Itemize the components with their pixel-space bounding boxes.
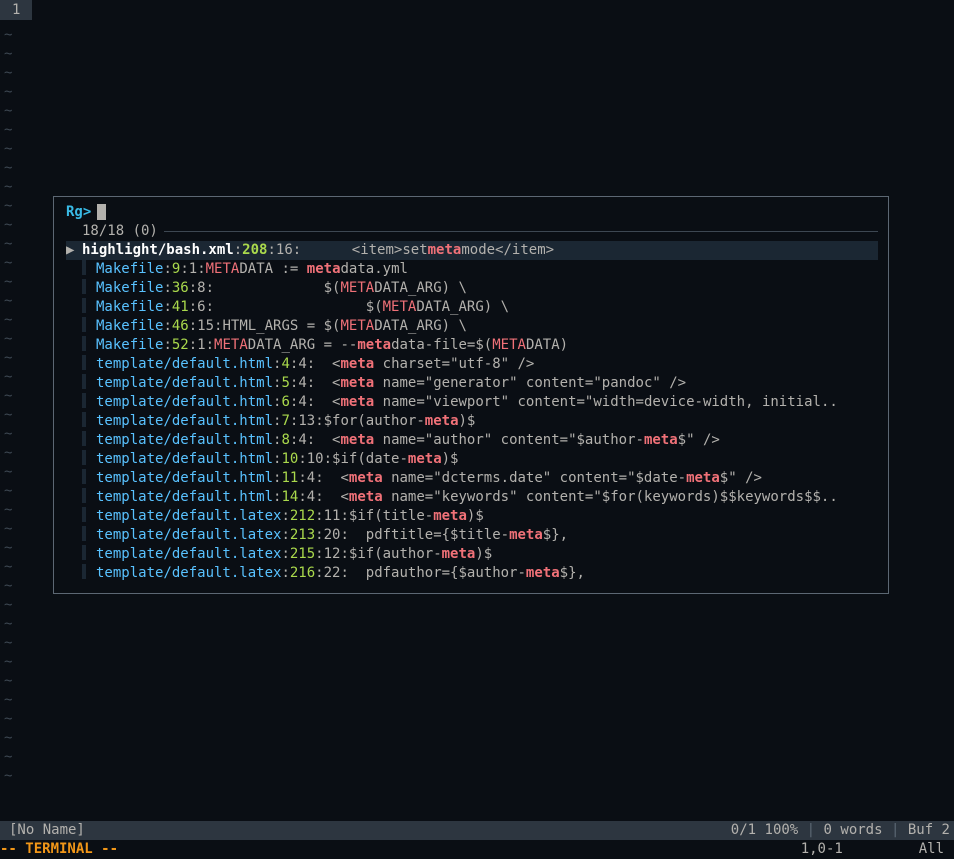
- fzf-result-row[interactable]: Makefile:36:8: $(METADATA_ARG) \: [66, 279, 878, 298]
- fzf-prompt-label: Rg>: [66, 203, 91, 222]
- tab-bar: 1: [0, 0, 954, 20]
- fzf-result-row[interactable]: Makefile:52:1:METADATA_ARG = --metadata-…: [66, 336, 878, 355]
- fzf-result-row[interactable]: template/default.html:8:4: <meta name="a…: [66, 431, 878, 450]
- tilde-column: ~~~~~~~~~~~~~~~~~~~~~~~~~~~~~~~~~~~~~~~~: [4, 26, 12, 786]
- fzf-count-text: 18/18 (0): [82, 222, 158, 241]
- tab-1[interactable]: 1: [0, 0, 32, 20]
- fzf-result-row[interactable]: Makefile:41:6: $(METADATA_ARG) \: [66, 298, 878, 317]
- status-filename: [No Name]: [9, 821, 85, 840]
- fzf-result-row[interactable]: ▶highlight/bash.xml:208:16: <item>setmet…: [66, 241, 878, 260]
- fzf-result-row[interactable]: Makefile:9:1:METADATA := metadata.yml: [66, 260, 878, 279]
- command-line: -- TERMINAL -- 1,0-1 All: [0, 840, 954, 859]
- fzf-result-row[interactable]: Makefile:46:15:HTML_ARGS = $(METADATA_AR…: [66, 317, 878, 336]
- fzf-count-line: 18/18 (0): [54, 222, 888, 241]
- fzf-result-row[interactable]: template/default.latex:215:12:$if(author…: [66, 545, 878, 564]
- fzf-result-row[interactable]: template/default.html:6:4: <meta name="v…: [66, 393, 878, 412]
- fzf-result-row[interactable]: template/default.latex:216:22: pdfauthor…: [66, 564, 878, 583]
- status-right: 0/1 100% | 0 words | Buf 2: [731, 821, 950, 840]
- fzf-prompt-line[interactable]: Rg>: [54, 203, 888, 222]
- fzf-result-row[interactable]: template/default.html:5:4: <meta name="g…: [66, 374, 878, 393]
- fzf-count-rule: [164, 231, 878, 232]
- buffer-area: ~~~~~~~~~~~~~~~~~~~~~~~~~~~~~~~~~~~~~~~~…: [0, 20, 954, 818]
- fzf-popup[interactable]: Rg> 18/18 (0) ▶highlight/bash.xml:208:16…: [53, 196, 889, 594]
- ruler: 1,0-1 All: [801, 840, 950, 859]
- fzf-result-row[interactable]: template/default.latex:212:11:$if(title-…: [66, 507, 878, 526]
- fzf-result-row[interactable]: template/default.html:14:4: <meta name="…: [66, 488, 878, 507]
- fzf-result-row[interactable]: template/default.html:4:4: <meta charset…: [66, 355, 878, 374]
- fzf-result-row[interactable]: template/default.latex:213:20: pdftitle=…: [66, 526, 878, 545]
- fzf-result-row[interactable]: template/default.html:7:13:$for(author-m…: [66, 412, 878, 431]
- fzf-result-row[interactable]: template/default.html:11:4: <meta name="…: [66, 469, 878, 488]
- fzf-result-row[interactable]: template/default.html:10:10:$if(date-met…: [66, 450, 878, 469]
- fzf-results[interactable]: ▶highlight/bash.xml:208:16: <item>setmet…: [54, 241, 888, 583]
- fzf-cursor: [97, 204, 106, 220]
- status-line: [No Name] 0/1 100% | 0 words | Buf 2: [0, 821, 954, 840]
- mode-indicator: -- TERMINAL --: [0, 840, 118, 859]
